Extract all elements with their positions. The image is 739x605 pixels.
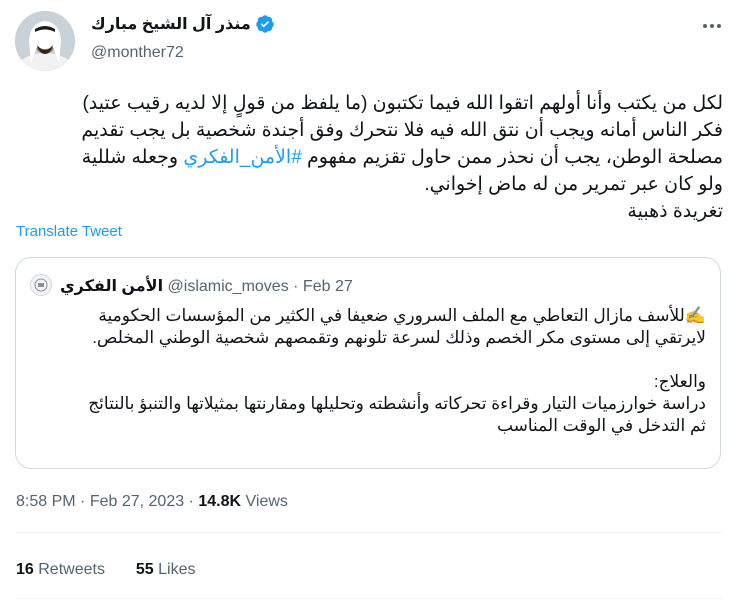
divider [16,598,723,599]
author-avatar[interactable] [15,11,75,71]
quoted-author-avatar[interactable] [30,274,52,296]
tweet-line: ولو كان عبر تمرير من له ماض إخواني. [424,174,723,195]
meta-dot: · [80,493,86,510]
header-separator: · [293,278,299,295]
divider [16,532,723,533]
tweet-time[interactable]: 8:58 PM [16,493,76,510]
more-options-icon[interactable] [700,14,724,38]
tweet-line: مصلحة الوطن، يجب أن نحذر ممن حاول تقزيم … [16,144,723,171]
quoted-line: والعلاج: [653,372,706,391]
likes-count: 55 [135,561,154,578]
likes-stat[interactable]: 55 Likes [136,561,196,578]
quoted-line: لايرتقي إلى مستوى مكر الخصم وذلك لسرعة ت… [92,328,706,347]
quoted-author-name[interactable]: الأمن الفكري [60,278,163,295]
quoted-author-handle[interactable]: @islamic_moves [168,278,289,295]
likes-label: Likes [158,561,196,578]
retweets-stat[interactable]: 16 Retweets [16,561,105,578]
tweet-line: لكل من يكتب وأنا أولهم اتقوا الله فيما ت… [82,93,723,114]
author-name[interactable]: منذر آل الشيخ مبارك [91,14,251,34]
tweet-text: لكل من يكتب وأنا أولهم اتقوا الله فيما ت… [16,90,723,225]
tweet-line-suffix: وجعله شللية [81,147,179,168]
quoted-line: دراسة خوارزميات التيار وقراءة تحركاته وأ… [88,394,706,413]
tweet-meta: 8:58 PM · Feb 27, 2023 · 14.8K Views [16,493,288,511]
retweets-label: Retweets [38,561,105,578]
author-name-row[interactable]: منذر آل الشيخ مبارك [91,14,275,34]
views-count: 14.8K [198,493,242,510]
retweets-count: 16 [16,561,34,578]
quoted-line: ثم التدخل في الوقت المناسب [496,416,706,435]
quoted-line: ✍️للأسف مازال التعاطي مع الملف السروري ض… [98,306,706,325]
engagement-stats: 16 Retweets 55 Likes [16,561,195,579]
views-label: Views [245,493,288,510]
author-handle[interactable]: @monther72 [91,44,184,62]
quoted-gap [30,349,706,371]
translate-tweet-link[interactable]: Translate Tweet [16,223,122,240]
tweet-line: فكر الناس أمانه ويجب أن نتق الله فيه فلا… [81,120,723,141]
quoted-tweet-text: ✍️للأسف مازال التعاطي مع الملف السروري ض… [30,305,706,437]
verified-badge-icon [255,15,274,33]
avatar-image [15,11,75,71]
tweet-date[interactable]: Feb 27, 2023 [90,493,184,510]
quoted-tweet-date[interactable]: Feb 27 [303,278,353,295]
hashtag-link[interactable]: #الأمن_الفكري [183,147,301,168]
tweet-line: تغريدة ذهبية [627,201,723,222]
meta-dot: · [188,493,194,510]
quoted-tweet-header: الأمن الفكري @islamic_moves · Feb 27 [60,276,353,296]
tweet-line-prefix: مصلحة الوطن، يجب أن نحذر ممن حاول تقزيم … [307,147,723,168]
